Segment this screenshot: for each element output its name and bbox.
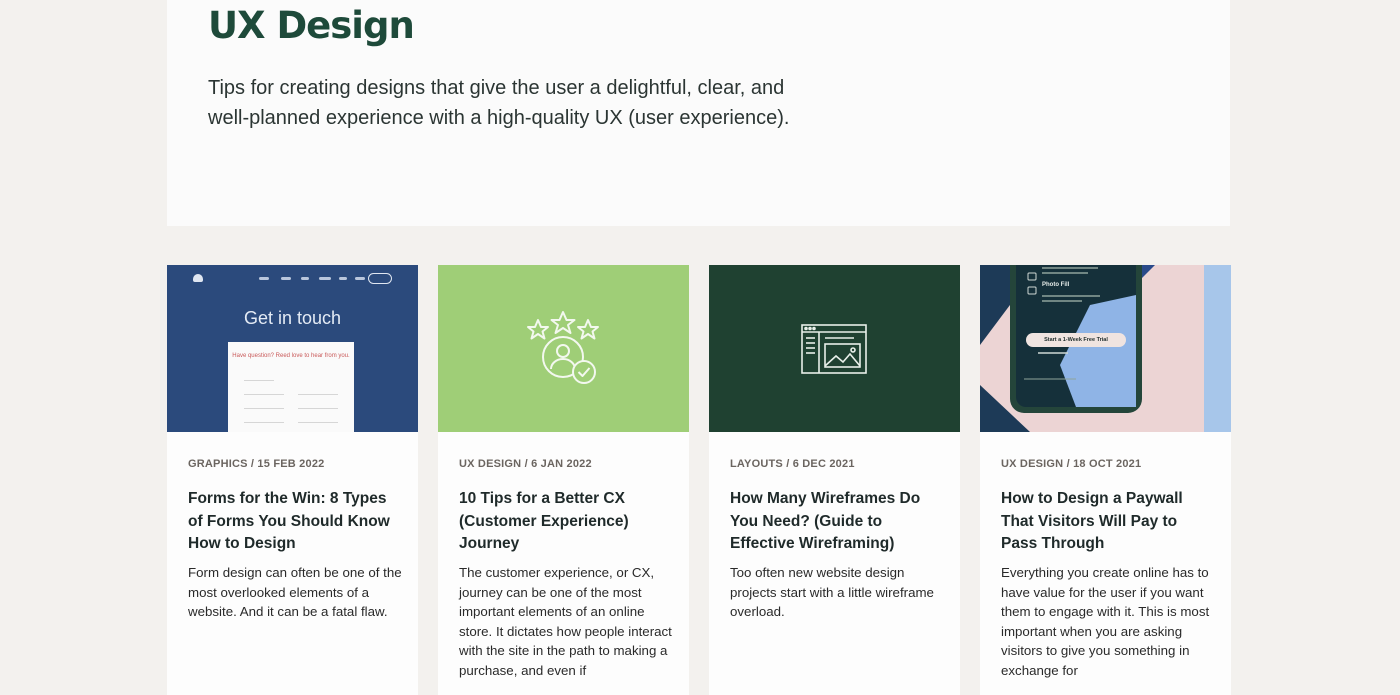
article-thumbnail[interactable]: Get in touch Have question? Reed love to… xyxy=(167,265,418,432)
article-title[interactable]: How Many Wireframes Do You Need? (Guide … xyxy=(730,488,945,556)
article-meta[interactable]: UX DESIGN / 18 OCT 2021 xyxy=(1001,458,1141,470)
phone-mockup-image xyxy=(980,265,1231,432)
wireframe-window-icon xyxy=(801,324,867,374)
article-card-forms[interactable]: Get in touch Have question? Reed love to… xyxy=(167,265,418,695)
article-thumbnail[interactable] xyxy=(709,265,960,432)
cloud-logo-icon xyxy=(193,274,203,282)
article-meta[interactable]: LAYOUTS / 6 DEC 2021 xyxy=(730,458,855,470)
thumbnail-form-text: Have question? Reed love to hear from yo… xyxy=(232,353,350,359)
article-excerpt: Everything you create online has to have… xyxy=(1001,565,1210,678)
thumbnail-trial-button: Start a 1-Week Free Trial xyxy=(1044,337,1108,343)
category-description: Tips for creating designs that give the … xyxy=(208,77,790,129)
thumbnail-nav-button xyxy=(368,273,392,284)
category-hero: UX Design Tips for creating designs that… xyxy=(167,0,1230,226)
page-title: UX Design xyxy=(208,4,415,47)
thumbnail-heading: Get in touch xyxy=(243,308,342,328)
article-card-paywall[interactable]: Photo Fill Start a 1-Week Free Trial UX … xyxy=(980,265,1231,695)
article-thumbnail[interactable]: Photo Fill Start a 1-Week Free Trial xyxy=(980,265,1231,432)
star-rating-user-icon xyxy=(527,311,599,384)
thumbnail-navbar xyxy=(193,273,392,284)
article-meta[interactable]: GRAPHICS / 15 FEB 2022 xyxy=(188,458,324,470)
article-card-cx[interactable]: UX DESIGN / 6 JAN 2022 10 Tips for a Bet… xyxy=(438,265,689,695)
article-title[interactable]: 10 Tips for a Better CX (Customer Experi… xyxy=(459,488,674,556)
article-excerpt: The customer experience, or CX, journey … xyxy=(459,565,672,678)
article-card-wireframes[interactable]: LAYOUTS / 6 DEC 2021 How Many Wireframes… xyxy=(709,265,960,695)
article-thumbnail[interactable] xyxy=(438,265,689,432)
article-title[interactable]: How to Design a Paywall That Visitors Wi… xyxy=(1001,488,1216,556)
article-excerpt: Form design can often be one of the most… xyxy=(188,565,402,619)
thumbnail-feature-label: Photo Fill xyxy=(1042,282,1070,288)
thumbnail-contact-form: Have question? Reed love to hear from yo… xyxy=(228,342,354,432)
article-excerpt: Too often new website design projects st… xyxy=(730,565,934,619)
article-title[interactable]: Forms for the Win: 8 Types of Forms You … xyxy=(188,488,403,556)
article-meta[interactable]: UX DESIGN / 6 JAN 2022 xyxy=(459,458,592,470)
